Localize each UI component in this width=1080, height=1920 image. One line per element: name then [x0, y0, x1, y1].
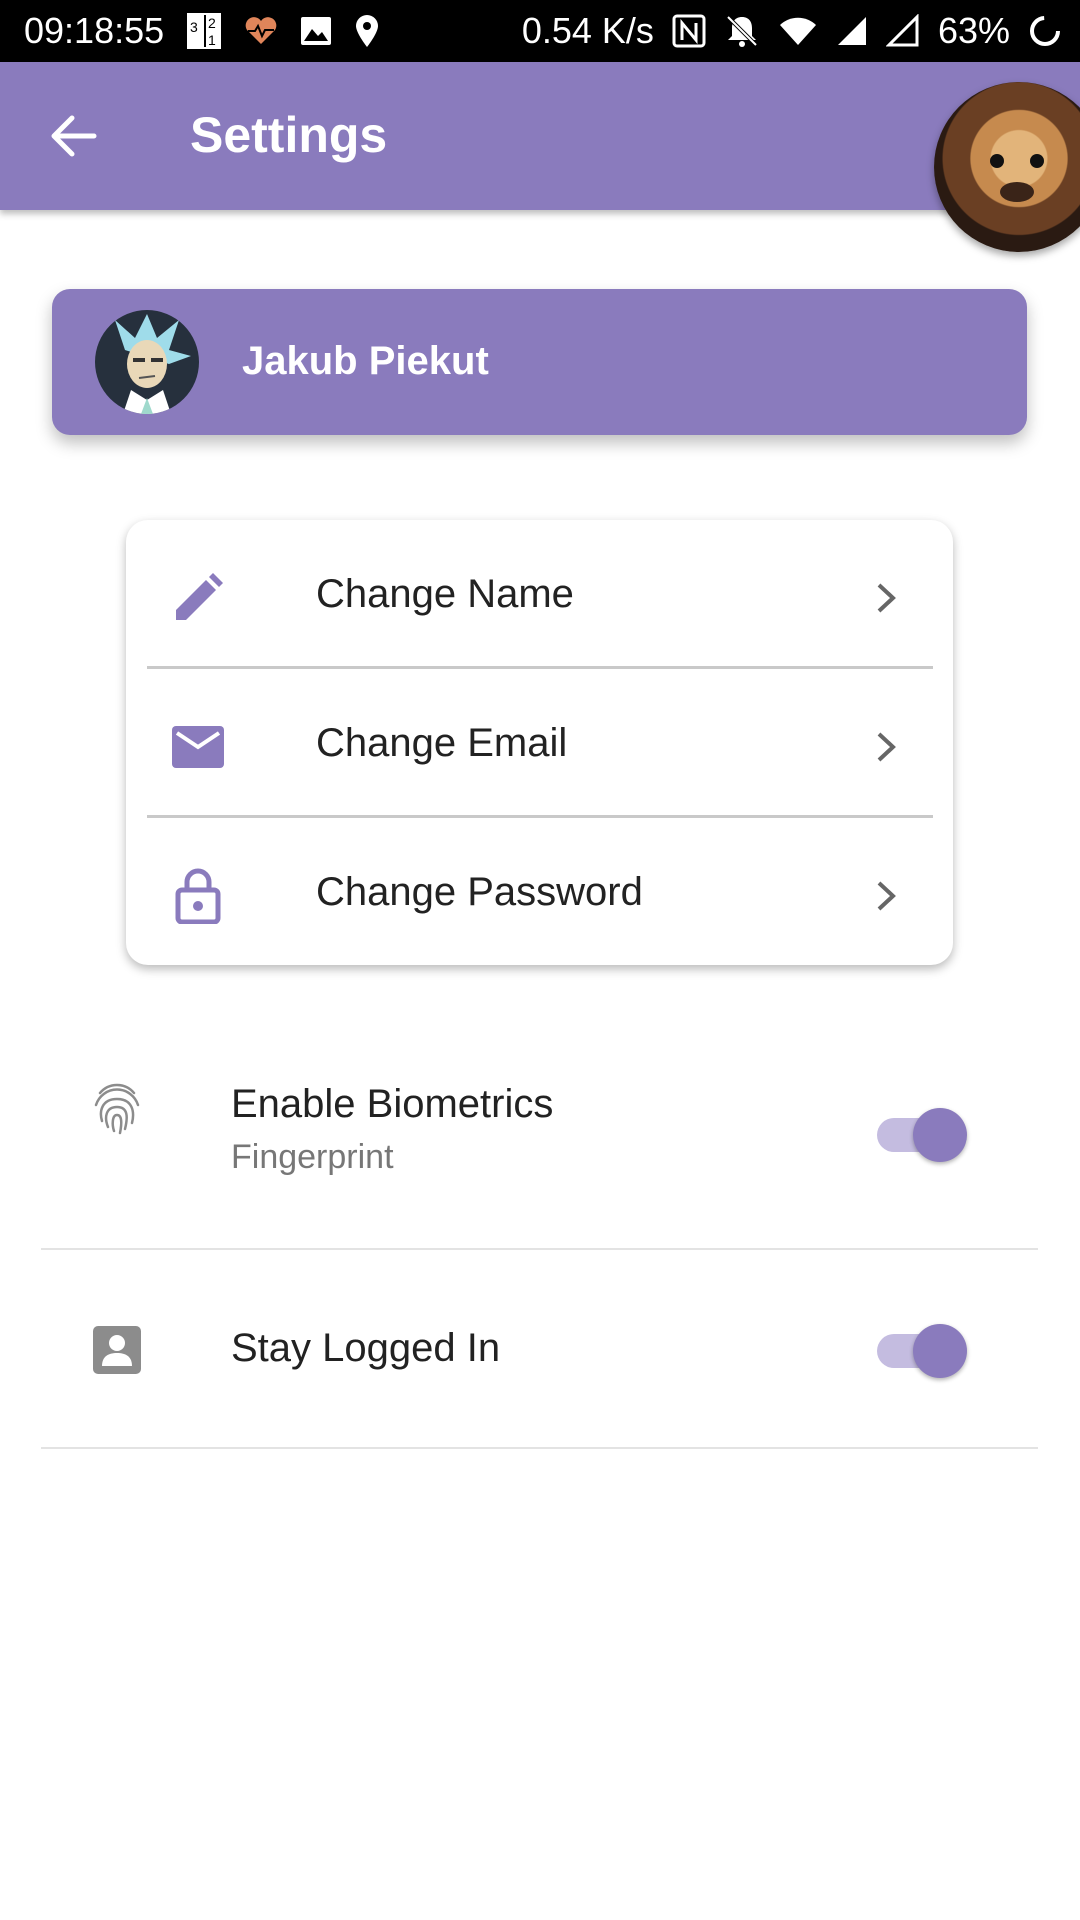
heart-pulse-icon	[244, 16, 278, 46]
battery-percent: 63%	[937, 10, 1010, 51]
sim-calendar-icon: 321	[186, 12, 222, 50]
profile-name: Jakub Piekut	[242, 339, 489, 383]
toggle-knob	[913, 1108, 967, 1162]
svg-text:2: 2	[208, 15, 216, 31]
chevron-right-icon	[866, 727, 906, 767]
list-divider	[41, 1447, 1038, 1449]
net-speed: 0.54 K/s	[521, 10, 654, 51]
avatar-eye-left	[990, 154, 1004, 168]
bell-off-icon	[724, 13, 760, 49]
signal-icon	[836, 15, 868, 47]
chevron-right-icon	[866, 876, 906, 916]
biometrics-title: Enable Biometrics	[231, 1082, 554, 1126]
svg-text:3: 3	[190, 19, 198, 35]
back-button[interactable]	[38, 104, 108, 168]
avatar-ring	[1036, 102, 1080, 252]
avatar-eye-right	[1030, 154, 1044, 168]
change-email-label: Change Email	[316, 721, 568, 765]
profile-card[interactable]: Jakub Piekut	[52, 289, 1027, 435]
stay-logged-in-title: Stay Logged In	[231, 1326, 501, 1370]
avatar-nose	[1000, 182, 1034, 202]
pencil-icon	[170, 570, 226, 626]
account-options-card: Change Name Change Email Change Password	[126, 520, 953, 965]
signal-empty-icon	[885, 14, 920, 48]
page-title: Settings	[190, 107, 388, 163]
change-password-label: Change Password	[316, 870, 643, 914]
stay-logged-in-toggle[interactable]	[873, 1320, 971, 1378]
stay-logged-in-row[interactable]: Stay Logged In	[41, 1252, 1038, 1448]
chevron-right-icon	[866, 578, 906, 618]
change-email-row[interactable]: Change Email	[126, 669, 953, 817]
svg-text:1: 1	[208, 32, 216, 48]
loading-ring-icon	[1028, 14, 1062, 48]
change-name-row[interactable]: Change Name	[126, 520, 953, 668]
account-box-icon	[89, 1322, 145, 1378]
wifi-icon	[778, 15, 818, 47]
biometrics-subtitle: Fingerprint	[231, 1138, 394, 1176]
arrow-back-icon	[51, 115, 97, 157]
lock-icon	[170, 868, 226, 924]
biometrics-toggle[interactable]	[873, 1104, 971, 1162]
fingerprint-icon	[89, 1080, 145, 1136]
status-bar: 09:18:55 321 0.54 K/s 63%	[0, 0, 1080, 62]
location-pin-icon	[354, 14, 380, 48]
change-name-label: Change Name	[316, 572, 574, 616]
avatar	[95, 310, 199, 414]
nfc-icon	[672, 14, 706, 48]
image-icon	[300, 16, 332, 46]
change-password-row[interactable]: Change Password	[126, 818, 953, 966]
toggle-knob	[913, 1324, 967, 1378]
biometrics-setting-row[interactable]: Enable Biometrics Fingerprint	[41, 1050, 1038, 1250]
app-bar: Settings	[0, 62, 1080, 210]
list-divider	[41, 1248, 1038, 1250]
status-time: 09:18:55	[24, 10, 165, 51]
mail-icon	[170, 719, 226, 775]
